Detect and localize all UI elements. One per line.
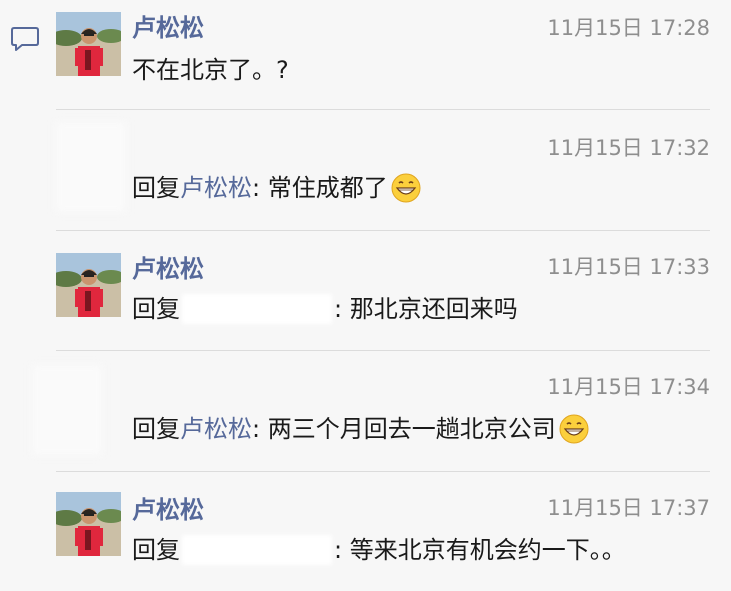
comment-time: 11月15日 17:34: [547, 375, 710, 399]
mention-link[interactable]: 卢松松: [180, 172, 252, 204]
reply-label: 回复: [132, 536, 180, 564]
user-name[interactable]: 卢松松: [132, 253, 204, 285]
comment-body: : 两三个月回去一趟北京公司: [252, 415, 556, 443]
user-name[interactable]: 卢松松: [132, 494, 204, 526]
comment-body: : 等来北京有机会约一下。。: [334, 536, 626, 564]
comment-time: 11月15日 17:28: [547, 16, 710, 40]
redacted-avatar: [56, 122, 126, 212]
comment-item: 卢松松 11月15日 17:33 回复 : 那北京还回来吗: [56, 231, 710, 351]
comment-item: 11月15日 17:32 回复 卢松松 : 常住成都了: [56, 110, 710, 231]
redacted-mention: [182, 535, 332, 565]
comment-time: 11月15日 17:37: [547, 496, 710, 520]
comment-text: 回复 卢松松 : 常住成都了: [132, 172, 421, 204]
redacted-mention: [182, 294, 332, 324]
reply-label: 回复: [132, 174, 180, 202]
comment-item: 11月15日 17:34 回复 卢松松 : 两三个月回去一趟北京公司: [32, 351, 710, 472]
comment-time: 11月15日 17:32: [547, 136, 710, 160]
grin-emoji-icon: [391, 173, 421, 203]
comment-item: 卢松松 11月15日 17:28 不在北京了。?: [56, 0, 710, 110]
comment-body: 不在北京了。?: [132, 56, 289, 84]
comment-text: 回复 : 等来北京有机会约一下。。: [132, 534, 626, 566]
comment-body: : 那北京还回来吗: [334, 295, 518, 323]
avatar[interactable]: [56, 253, 121, 317]
grin-emoji-icon: [559, 414, 589, 444]
user-name[interactable]: 卢松松: [132, 12, 204, 44]
comment-body: : 常住成都了: [252, 174, 388, 202]
comment-icon[interactable]: [11, 26, 39, 52]
avatar[interactable]: [56, 492, 121, 556]
comment-text: 回复 : 那北京还回来吗: [132, 293, 518, 325]
comment-text: 不在北京了。?: [132, 54, 289, 86]
reply-label: 回复: [132, 295, 180, 323]
comment-item: 卢松松 11月15日 17:37 回复 : 等来北京有机会约一下。。: [56, 472, 710, 590]
comment-time: 11月15日 17:33: [547, 255, 710, 279]
reply-label: 回复: [132, 415, 180, 443]
avatar[interactable]: [56, 12, 121, 76]
comment-text: 回复 卢松松 : 两三个月回去一趟北京公司: [132, 413, 589, 445]
redacted-avatar: [32, 365, 102, 455]
mention-link[interactable]: 卢松松: [180, 413, 252, 445]
